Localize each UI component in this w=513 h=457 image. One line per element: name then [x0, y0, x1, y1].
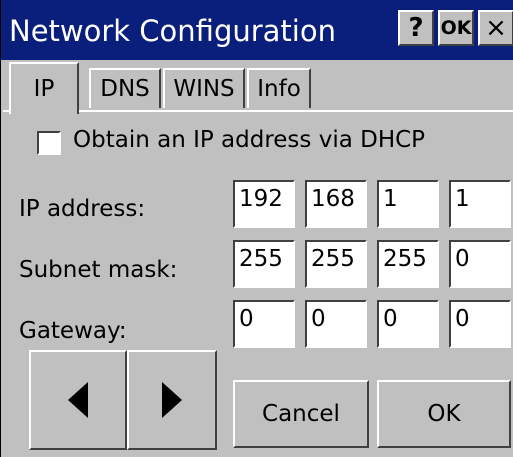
tab-dns[interactable]: DNS	[89, 68, 161, 108]
subnet-octet-2[interactable]: 255	[305, 240, 367, 288]
tab-info[interactable]: Info	[247, 68, 311, 108]
ip-octet-4[interactable]: 1	[449, 180, 511, 228]
close-button[interactable]: ×	[478, 10, 513, 46]
window-title: Network Configuration	[9, 14, 336, 48]
ip-address-label: IP address:	[19, 196, 146, 222]
gateway-octet-3[interactable]: 0	[377, 300, 439, 348]
gateway-octet-2[interactable]: 0	[305, 300, 367, 348]
gateway-label: Gateway:	[19, 318, 127, 344]
gateway-octet-1[interactable]: 0	[233, 300, 295, 348]
subnet-octet-3[interactable]: 255	[377, 240, 439, 288]
title-bar: Network Configuration ? OK ×	[1, 0, 513, 60]
cancel-button[interactable]: Cancel	[233, 380, 369, 448]
network-configuration-window: Network Configuration ? OK × IP DNS WINS…	[0, 0, 513, 457]
subnet-octet-1[interactable]: 255	[233, 240, 295, 288]
right-arrow-icon	[162, 382, 182, 418]
subnet-octet-4[interactable]: 0	[449, 240, 511, 288]
help-button[interactable]: ?	[398, 10, 434, 46]
dhcp-label: Obtain an IP address via DHCP	[73, 127, 426, 153]
tab-wins[interactable]: WINS	[163, 68, 245, 108]
ok-button[interactable]: OK	[377, 380, 511, 448]
previous-button[interactable]	[29, 350, 127, 450]
ip-octet-1[interactable]: 192	[233, 180, 295, 228]
subnet-mask-label: Subnet mask:	[19, 257, 178, 283]
ip-octet-3[interactable]: 1	[377, 180, 439, 228]
tab-divider	[3, 110, 513, 112]
tab-ip[interactable]: IP	[9, 62, 79, 114]
ip-octet-2[interactable]: 168	[305, 180, 367, 228]
gateway-octet-4[interactable]: 0	[449, 300, 511, 348]
next-button[interactable]	[127, 350, 217, 450]
left-arrow-icon	[68, 382, 88, 418]
titlebar-ok-button[interactable]: OK	[438, 10, 474, 46]
dhcp-checkbox[interactable]	[37, 131, 61, 155]
